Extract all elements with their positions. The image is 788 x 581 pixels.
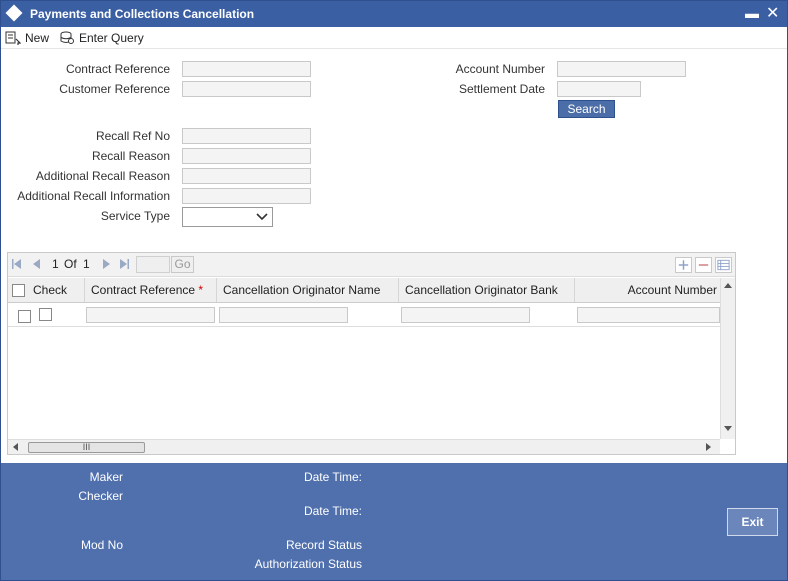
recall-ref-no-label: Recall Ref No <box>95 129 170 143</box>
settlement-date-input[interactable] <box>557 81 641 97</box>
previous-page-icon[interactable] <box>32 259 42 269</box>
close-button[interactable]: ✕ <box>766 3 779 23</box>
page-number-input[interactable] <box>136 256 170 273</box>
add-row-button[interactable] <box>675 257 692 273</box>
select-all-checkbox[interactable] <box>12 284 25 297</box>
contract-reference-label: Contract Reference <box>65 62 170 76</box>
pager-of: Of <box>64 257 77 271</box>
contract-reference-input[interactable] <box>182 61 311 77</box>
pager-total: 1 <box>83 257 90 271</box>
row-check-checkbox[interactable] <box>39 308 52 321</box>
header-contract-reference[interactable]: Contract Reference * <box>85 278 217 302</box>
record-status-label: Record Status <box>285 538 362 552</box>
row-contract-reference-input[interactable] <box>86 307 215 323</box>
delete-row-button[interactable] <box>695 257 712 273</box>
vertical-scrollbar[interactable] <box>720 278 735 439</box>
row-account-number-input[interactable] <box>577 307 720 323</box>
window-title: Payments and Collections Cancellation <box>30 7 255 21</box>
settlement-date-label: Settlement Date <box>458 82 545 96</box>
scroll-left-icon[interactable] <box>12 443 18 451</box>
recall-reason-label: Recall Reason <box>91 149 170 163</box>
list-icon <box>717 259 730 271</box>
header-cancellation-originator-bank[interactable]: Cancellation Originator Bank <box>399 278 575 302</box>
account-number-input[interactable] <box>557 61 686 77</box>
minus-icon <box>698 264 709 266</box>
diamond-icon <box>5 4 23 22</box>
service-type-label: Service Type <box>100 209 170 223</box>
horizontal-scrollbar[interactable]: III <box>8 439 720 454</box>
header-check: Check <box>33 283 68 297</box>
query-icon <box>60 31 74 44</box>
additional-recall-information-label: Additional Recall Information <box>17 189 170 203</box>
maker-label: Maker <box>89 470 123 484</box>
plus-icon <box>678 260 689 270</box>
title-bar: Payments and Collections Cancellation ▬ … <box>1 1 787 27</box>
service-type-select[interactable] <box>182 207 273 227</box>
new-button[interactable]: New <box>5 29 49 47</box>
scroll-down-icon[interactable] <box>724 426 732 432</box>
row-originator-name-input[interactable] <box>219 307 348 323</box>
horizontal-scroll-thumb[interactable]: III <box>28 442 145 453</box>
new-label: New <box>25 31 50 45</box>
customer-reference-input[interactable] <box>182 81 311 97</box>
go-button[interactable]: Go <box>171 256 194 273</box>
pager-current: 1 <box>52 257 59 271</box>
single-view-button[interactable] <box>715 257 732 273</box>
header-check-cell: Check <box>8 278 85 302</box>
customer-reference-label: Customer Reference <box>59 82 170 96</box>
mod-no-label: Mod No <box>80 538 123 552</box>
chevron-down-icon <box>256 213 268 221</box>
enter-query-label: Enter Query <box>79 31 144 45</box>
row-select-checkbox[interactable] <box>18 310 31 323</box>
table-row <box>8 304 720 327</box>
exit-button[interactable]: Exit <box>727 508 778 536</box>
row-originator-bank-input[interactable] <box>401 307 530 323</box>
next-page-icon[interactable] <box>101 259 111 269</box>
additional-recall-reason-label: Additional Recall Reason <box>35 169 170 183</box>
scroll-up-icon[interactable] <box>724 282 732 288</box>
checker-label: Checker <box>78 489 123 503</box>
cancellation-grid: 1 Of 1 Go Check Contract Reference * Can… <box>7 252 736 455</box>
payments-cancellation-window: Payments and Collections Cancellation ▬ … <box>0 0 788 581</box>
additional-recall-reason-input[interactable] <box>182 168 311 184</box>
scroll-right-icon[interactable] <box>706 443 712 451</box>
search-button[interactable]: Search <box>558 100 615 118</box>
toolbar: New Enter Query <box>1 27 787 49</box>
last-page-icon[interactable] <box>119 259 129 269</box>
header-account-number[interactable]: Account Number <box>575 278 720 302</box>
grid-pager: 1 Of 1 Go <box>8 253 735 277</box>
additional-recall-information-input[interactable] <box>182 188 311 204</box>
header-cancellation-originator-name[interactable]: Cancellation Originator Name <box>217 278 399 302</box>
account-number-label: Account Number <box>455 62 545 76</box>
recall-ref-no-input[interactable] <box>182 128 311 144</box>
audit-footer: Maker Checker Mod No Date Time: Date Tim… <box>1 463 787 580</box>
grid-header: Check Contract Reference * Cancellation … <box>8 278 720 303</box>
minimize-button[interactable]: ▬ <box>745 5 759 21</box>
required-marker: * <box>198 283 204 297</box>
new-document-icon <box>5 31 21 45</box>
maker-date-time-label: Date Time: <box>303 470 362 484</box>
enter-query-button[interactable]: Enter Query <box>59 29 144 47</box>
recall-reason-input[interactable] <box>182 148 311 164</box>
checker-date-time-label: Date Time: <box>303 504 362 518</box>
first-page-icon[interactable] <box>12 259 22 269</box>
authorization-status-label: Authorization Status <box>254 557 362 571</box>
header-contract-reference-label: Contract Reference <box>91 283 196 297</box>
